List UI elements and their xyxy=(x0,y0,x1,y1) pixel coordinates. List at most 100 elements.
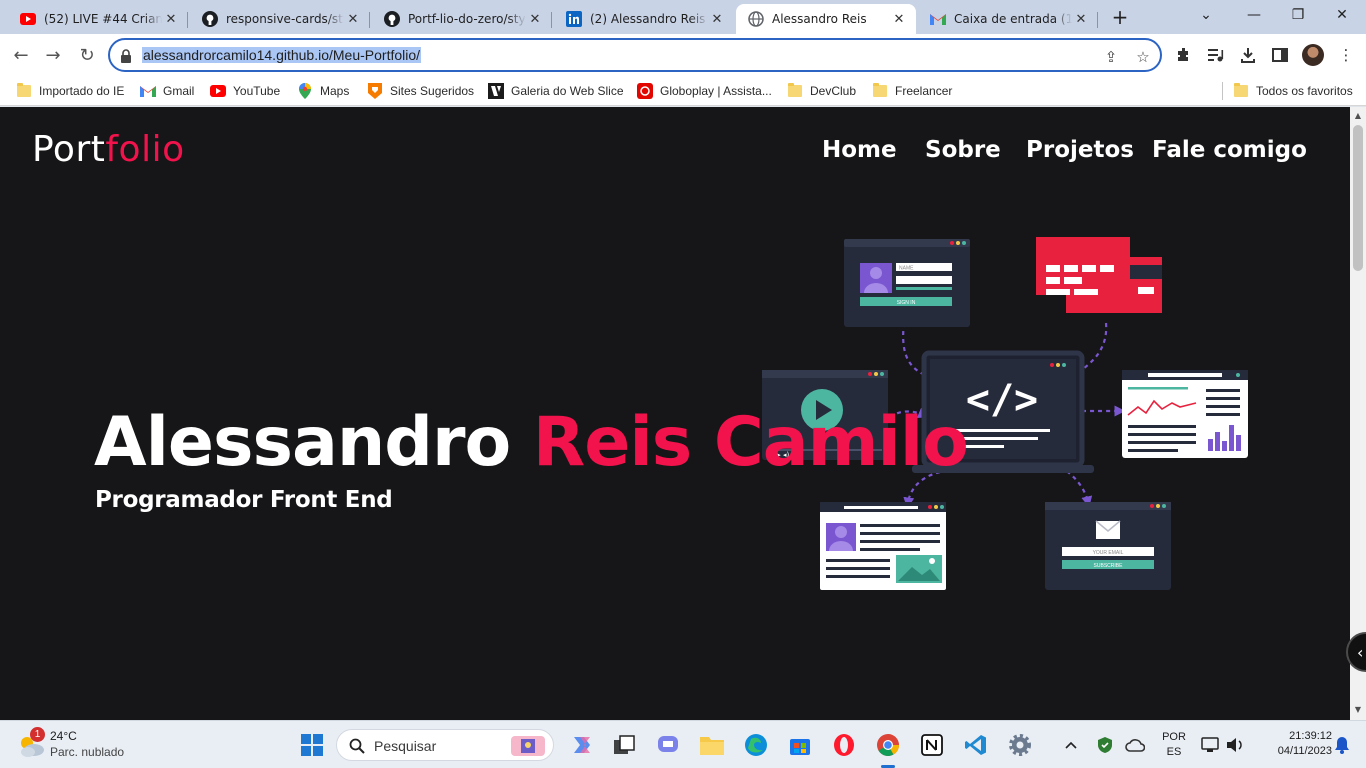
bookmark-importado-ie[interactable]: Importado do IE xyxy=(16,82,124,100)
tab-gmail[interactable]: Caixa de entrada (18) ✕ xyxy=(918,4,1098,34)
task-view-icon[interactable] xyxy=(608,729,640,761)
credit-card xyxy=(1036,237,1162,313)
settings-gear-icon[interactable] xyxy=(1004,729,1036,761)
opera-icon[interactable] xyxy=(828,729,860,761)
tab-alessandro-reis[interactable]: Alessandro Reis ✕ xyxy=(736,4,916,34)
tab-youtube-live[interactable]: (52) LIVE #44 Criando ✕ xyxy=(8,4,188,34)
nav-projetos[interactable]: Projetos xyxy=(1026,137,1134,163)
edge-icon[interactable] xyxy=(740,729,772,761)
github-icon xyxy=(384,11,400,27)
windows-start-icon[interactable] xyxy=(296,729,328,761)
url-text[interactable]: alessandrorcamilo14.github.io/Meu-Portfo… xyxy=(142,47,422,63)
bookmark-sites-sugeridos[interactable]: Sites Sugeridos xyxy=(367,82,474,100)
maximize-button[interactable]: ❐ xyxy=(1276,0,1320,30)
address-bar[interactable]: alessandrorcamilo14.github.io/Meu-Portfo… xyxy=(108,38,1162,72)
folder-icon xyxy=(16,83,32,98)
taskbar-search[interactable]: Pesquisar xyxy=(336,729,554,761)
bookmark-label: Globoplay | Assista... xyxy=(660,84,772,98)
security-shield-icon[interactable] xyxy=(1092,729,1118,761)
forward-button[interactable]: → xyxy=(40,42,66,68)
vscode-icon[interactable] xyxy=(960,729,992,761)
tab-portfolio-repo[interactable]: Portf-lio-do-zero/styl ✕ xyxy=(372,4,552,34)
bookmark-globoplay[interactable]: Globoplay | Assista... xyxy=(637,82,772,100)
gmail-icon xyxy=(930,11,946,27)
file-explorer-icon[interactable] xyxy=(696,729,728,761)
microsoft-store-icon[interactable] xyxy=(784,729,816,761)
new-tab-button[interactable]: + xyxy=(1108,6,1132,30)
tray-overflow-chevron-icon[interactable] xyxy=(1058,729,1084,761)
nav-sobre[interactable]: Sobre xyxy=(925,137,1001,163)
media-control-icon[interactable] xyxy=(1206,45,1226,65)
tab-responsive-cards[interactable]: responsive-cards/styl ✕ xyxy=(190,4,370,34)
notification-bell-icon[interactable] xyxy=(1330,729,1354,761)
bookmark-gmail[interactable]: Gmail xyxy=(140,82,194,100)
lock-icon[interactable] xyxy=(120,48,134,63)
minimize-button[interactable]: — xyxy=(1232,0,1276,30)
close-icon[interactable]: ✕ xyxy=(344,10,362,28)
bookmarks-divider xyxy=(1222,82,1223,100)
close-icon[interactable]: ✕ xyxy=(526,10,544,28)
bookmark-label: Freelancer xyxy=(895,84,953,98)
folder-icon xyxy=(787,83,803,98)
hero-last-name: Reis Camilo xyxy=(532,403,969,482)
scroll-down-arrow[interactable]: ▼ xyxy=(1353,705,1363,714)
bookmark-todos-favoritos[interactable]: Todos os favoritos xyxy=(1233,82,1353,100)
site-logo[interactable]: Portfolio xyxy=(32,129,185,170)
weather-temp: 24°C xyxy=(50,729,77,743)
hero-first-name: Alessandro xyxy=(94,403,511,482)
copilot-icon[interactable] xyxy=(566,729,598,761)
tab-strip: (52) LIVE #44 Criando ✕ responsive-cards… xyxy=(0,0,1366,34)
weather-widget[interactable]: 1 24°C Parc. nublado xyxy=(16,727,156,763)
github-icon xyxy=(202,11,218,27)
clock-time: 21:39:12 xyxy=(1289,730,1332,742)
input-language[interactable]: POR ES xyxy=(1156,731,1192,758)
close-window-button[interactable]: ✕ xyxy=(1320,0,1364,30)
folder-icon xyxy=(1233,83,1249,98)
onedrive-cloud-icon[interactable] xyxy=(1122,729,1148,761)
bookmark-label: Sites Sugeridos xyxy=(390,84,475,98)
tab-title: responsive-cards/styl xyxy=(226,12,344,26)
weather-desc: Parc. nublado xyxy=(50,745,125,759)
reload-button[interactable]: ↻ xyxy=(74,42,100,68)
close-icon[interactable]: ✕ xyxy=(890,10,908,28)
youtube-icon xyxy=(20,11,36,27)
bookmark-label: Importado do IE xyxy=(39,84,125,98)
nav-fale-comigo[interactable]: Fale comigo xyxy=(1152,137,1307,163)
folder-icon xyxy=(872,83,888,98)
profile-avatar[interactable] xyxy=(1302,44,1324,66)
bookmark-freelancer[interactable]: Freelancer xyxy=(872,82,952,100)
bookmark-label: Galeria do Web Slice xyxy=(511,84,624,98)
bookmarks-bar: Importado do IE Gmail YouTube Maps Sites… xyxy=(0,76,1366,106)
volume-icon[interactable] xyxy=(1222,729,1248,761)
bookmark-label: YouTube xyxy=(233,84,281,98)
scrollbar-thumb[interactable] xyxy=(1353,125,1363,271)
maps-icon xyxy=(297,83,313,99)
menu-icon[interactable]: ⋮ xyxy=(1336,45,1356,65)
close-icon[interactable]: ✕ xyxy=(162,10,180,28)
network-icon[interactable] xyxy=(1198,729,1224,761)
side-panel-icon[interactable] xyxy=(1270,45,1290,65)
bookmark-devclub[interactable]: DevClub xyxy=(787,82,856,100)
chrome-icon[interactable] xyxy=(872,729,904,761)
tab-linkedin[interactable]: (2) Alessandro Reis C ✕ xyxy=(554,4,734,34)
extensions-icon[interactable] xyxy=(1174,45,1194,65)
bookmark-star-icon[interactable]: ☆ xyxy=(1134,48,1152,66)
bookmark-youtube[interactable]: YouTube xyxy=(210,82,280,100)
clock[interactable]: 21:39:12 04/11/2023 xyxy=(1252,730,1332,757)
download-icon[interactable] xyxy=(1238,45,1258,65)
close-icon[interactable]: ✕ xyxy=(1072,10,1090,28)
back-button[interactable]: ← xyxy=(8,42,34,68)
teams-chat-icon[interactable] xyxy=(652,729,684,761)
close-icon[interactable]: ✕ xyxy=(708,10,726,28)
bookmark-maps[interactable]: Maps xyxy=(297,82,349,100)
notion-icon[interactable] xyxy=(916,729,948,761)
portfolio-page: Portfolio Home Sobre Projetos Fale comig… xyxy=(0,107,1350,720)
nav-home[interactable]: Home xyxy=(822,137,897,163)
tab-search-button[interactable]: ⌄ xyxy=(1184,0,1228,30)
page-scrollbar[interactable]: ▲ ▼ xyxy=(1350,107,1366,720)
scroll-up-arrow[interactable]: ▲ xyxy=(1353,111,1363,120)
windows-taskbar: 1 24°C Parc. nublado Pesquisar POR ES 21… xyxy=(0,720,1366,768)
login-card: NAME SIGN IN xyxy=(844,239,970,327)
share-icon[interactable]: ⇪ xyxy=(1102,48,1120,66)
bookmark-web-slice[interactable]: Galeria do Web Slice xyxy=(488,82,624,100)
